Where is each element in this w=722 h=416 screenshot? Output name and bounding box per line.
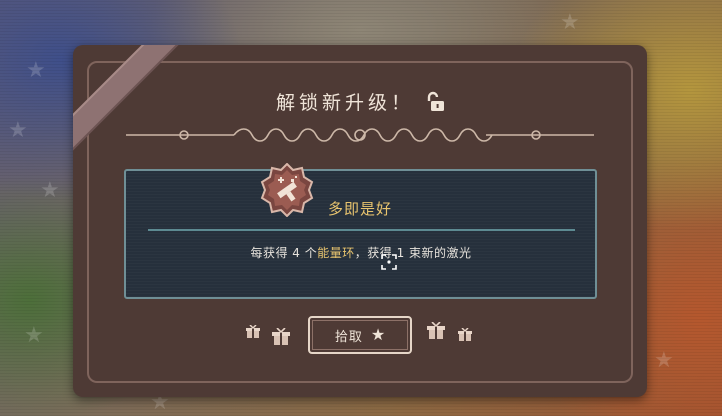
- upgrade-name: 多即是好: [328, 200, 393, 218]
- background-star-icon: ★: [26, 58, 46, 83]
- gift-icon: [246, 325, 260, 338]
- background-star-icon: ★: [24, 323, 44, 348]
- description-highlight: 能量环: [317, 246, 355, 260]
- background-star-icon: ★: [40, 178, 60, 203]
- unlocked-padlock-icon: [427, 91, 444, 111]
- upgrade-description: 每获得 4 个能量环，获得 1 束新的激光: [0, 244, 722, 261]
- description-text: 每获得 4 个: [250, 246, 318, 260]
- pickup-button-label: 拾取: [334, 329, 363, 345]
- crosshair-cursor-icon: [381, 254, 397, 270]
- upgrade-info-box: [124, 169, 597, 299]
- background-star-icon: ★: [8, 118, 28, 143]
- background-star-icon: ★: [560, 10, 580, 35]
- star-icon: ★: [370, 325, 386, 344]
- background-star-icon: ★: [654, 348, 674, 373]
- description-text: ，获得 1 束新的激光: [354, 246, 472, 260]
- pickup-button[interactable]: 拾取 ★: [308, 316, 412, 354]
- divider: [148, 229, 575, 231]
- decorative-flourish: [126, 128, 594, 142]
- gift-icon: [458, 328, 472, 341]
- laser-gun-badge-icon: [260, 163, 314, 217]
- gift-icon: [272, 328, 290, 345]
- gift-icon: [427, 322, 445, 339]
- dialog-header: 解锁新升级！: [0, 88, 722, 115]
- dialog-title: 解锁新升级！: [275, 92, 414, 114]
